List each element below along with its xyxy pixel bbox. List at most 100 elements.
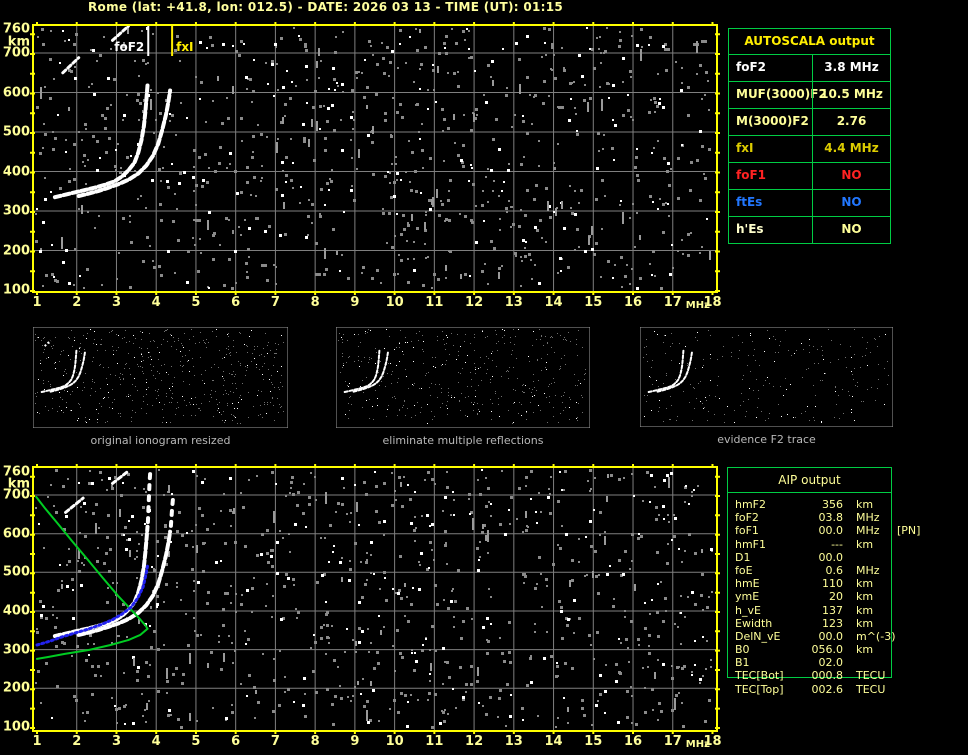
y-axis-unit-label: km bbox=[7, 476, 30, 492]
x-tick-label: 14 bbox=[544, 734, 563, 749]
thumbnail-panel bbox=[336, 327, 590, 428]
ionogram-plot-canvas: foF2 fxI bbox=[30, 22, 720, 295]
marker-line-foF2 bbox=[147, 26, 150, 56]
aip-row-label: D1 bbox=[735, 550, 751, 564]
aip-row-extra bbox=[887, 617, 897, 630]
aip-table-row: foF1 00.0 MHz [PN] bbox=[735, 524, 920, 538]
aip-table-row: foF2 03.8 MHz bbox=[735, 511, 891, 524]
aip-row-label: foE bbox=[735, 563, 753, 577]
aip-row-label: hmF2 bbox=[735, 498, 767, 511]
x-tick-label: 11 bbox=[425, 734, 444, 749]
aip-table-row: h_vE 137 km bbox=[735, 604, 891, 617]
aip-row-unit: km bbox=[856, 643, 874, 657]
aip-row-label: B0 bbox=[735, 643, 750, 657]
autoscala-row-value: NO bbox=[812, 163, 890, 189]
autoscala-table-row: foF1 NO bbox=[729, 162, 890, 189]
autoscala-row-label: ftEs bbox=[736, 195, 763, 209]
aip-row-value: 20 bbox=[829, 590, 843, 604]
aip-row-unit bbox=[843, 656, 887, 669]
aip-row-extra: [PN] bbox=[897, 524, 921, 538]
aip-row-extra bbox=[887, 498, 897, 511]
x-tick-label: 3 bbox=[111, 734, 121, 749]
aip-row-value: 0.6 bbox=[825, 563, 844, 577]
aip-table-row: TEC[Bot] 000.8 TECU bbox=[735, 669, 891, 682]
aip-row-unit: MHz bbox=[856, 563, 880, 577]
aip-row-label: foF2 bbox=[735, 511, 759, 525]
ionogram-profile-plot bbox=[29, 463, 721, 735]
series-X-trace-upper-extension bbox=[168, 493, 176, 528]
thumbnail-caption: original ionogram resized bbox=[90, 434, 231, 447]
aip-row-extra bbox=[887, 577, 897, 590]
aip-row-value: 00.0 bbox=[818, 629, 844, 643]
aip-row-label: foF1 bbox=[735, 524, 759, 538]
x-tick-label: 14 bbox=[544, 295, 563, 310]
x-tick-label: 4 bbox=[151, 295, 161, 310]
autoscala-table-row: MUF(3000)F2 10.5 MHz bbox=[729, 81, 890, 108]
x-tick-label: 9 bbox=[350, 734, 360, 749]
aip-row-extra bbox=[887, 551, 897, 564]
aip-row-unit: MHz bbox=[856, 511, 880, 525]
autoscala-table-row: M(3000)F2 2.76 bbox=[729, 108, 890, 135]
aip-output-table: AIP output hmF2 356 km foF2 03.8 MHz foF1 00.0 M… bbox=[727, 467, 920, 696]
x-tick-label: 2 bbox=[72, 734, 82, 749]
x-tick-label: 12 bbox=[465, 734, 484, 749]
aip-row-value: 00.0 bbox=[818, 524, 844, 538]
aip-row-unit: TECU bbox=[856, 682, 886, 696]
autoscala-row-value: 4.4 MHz bbox=[812, 136, 890, 162]
aip-row-label: h_vE bbox=[735, 603, 761, 617]
aip-row-unit: km bbox=[856, 577, 874, 591]
marker-line-fxI bbox=[171, 26, 174, 56]
autoscala-row-label: foF1 bbox=[736, 168, 767, 182]
aip-table-row: D1 00.0 bbox=[735, 551, 891, 564]
aip-table-row: TEC[Top] 002.6 TECU bbox=[735, 683, 891, 696]
aip-row-label: B1 bbox=[735, 656, 750, 670]
aip-row-value: 137 bbox=[822, 603, 843, 617]
x-tick-label: 10 bbox=[385, 734, 404, 749]
aip-table-row: hmF2 356 km bbox=[735, 498, 891, 511]
x-tick-label: 16 bbox=[623, 295, 643, 310]
aip-row-value: 123 bbox=[822, 616, 843, 630]
thumbnail-canvas bbox=[336, 327, 590, 428]
thumbnail-caption: eliminate multiple reflections bbox=[382, 434, 544, 447]
aip-row-value: 02.0 bbox=[818, 656, 844, 670]
autoscala-output-screen: { "title": "Rome (lat: +41.8, lon: 012.5… bbox=[0, 0, 968, 755]
autoscala-table-title: AUTOSCALA output bbox=[744, 34, 875, 48]
autoscala-row-value: 3.8 MHz bbox=[812, 55, 890, 81]
ionogram-plot-canvas bbox=[30, 464, 720, 734]
thumbnail-border bbox=[640, 327, 893, 427]
x-tick-label: 8 bbox=[310, 295, 320, 310]
aip-table-row: hmE 110 km bbox=[735, 577, 891, 590]
y-tick-label: 400 bbox=[2, 603, 30, 619]
x-tick-label: 4 bbox=[151, 734, 161, 749]
x-tick-label: 13 bbox=[504, 295, 523, 310]
aip-table-row: DelN_vE 00.0 m^(-3) bbox=[735, 629, 895, 643]
aip-row-unit: km bbox=[856, 498, 874, 511]
y-tick-label: 300 bbox=[2, 203, 30, 219]
y-tick-label: 600 bbox=[2, 526, 30, 542]
aip-row-unit: TECU bbox=[856, 669, 886, 683]
aip-table-rows: hmF2 356 km foF2 03.8 MHz foF1 00.0 MHz [PN] hmF1 -… bbox=[728, 493, 920, 696]
aip-row-extra bbox=[887, 643, 897, 656]
aip-row-extra bbox=[887, 669, 897, 682]
autoscala-row-label: MUF(3000)F2 bbox=[736, 87, 827, 101]
aip-table-row: foE 0.6 MHz bbox=[735, 564, 891, 577]
aip-row-unit bbox=[843, 551, 887, 564]
x-tick-label: 11 bbox=[425, 295, 444, 310]
aip-row-value: 056.0 bbox=[811, 643, 844, 657]
aip-row-label: ymE bbox=[735, 590, 760, 604]
aip-row-extra bbox=[887, 511, 897, 524]
autoscala-table-row: fxI 4.4 MHz bbox=[729, 135, 890, 162]
aip-row-unit: km bbox=[856, 603, 874, 617]
autoscala-row-label: fxI bbox=[736, 141, 754, 155]
autoscala-row-label: foF2 bbox=[736, 60, 767, 74]
aip-row-extra bbox=[887, 656, 897, 669]
x-tick-label: 2 bbox=[72, 295, 82, 310]
aip-row-value: 356 bbox=[822, 498, 843, 511]
x-tick-label: 5 bbox=[191, 734, 201, 749]
autoscala-row-value: NO bbox=[812, 190, 890, 216]
thumbnail-canvas bbox=[640, 327, 893, 427]
autoscala-table-row: ftEs NO bbox=[729, 189, 890, 216]
y-tick-label: 200 bbox=[2, 680, 30, 696]
aip-row-label: hmF1 bbox=[735, 537, 767, 551]
aip-table-row: Ewidth 123 km bbox=[735, 617, 891, 630]
